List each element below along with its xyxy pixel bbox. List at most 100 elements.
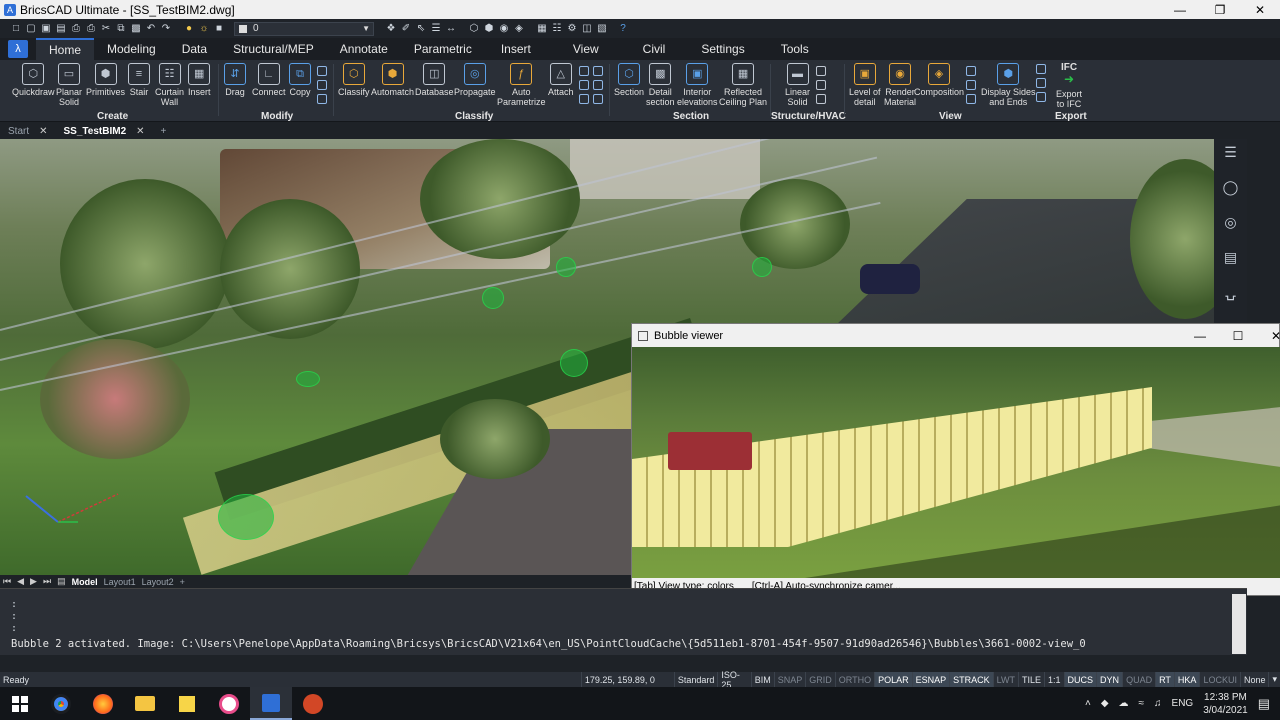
close-tab-icon[interactable]: ✕: [39, 126, 47, 137]
tab-annotate[interactable]: Annotate: [327, 38, 401, 60]
status-toggle-ducs[interactable]: DUCS: [1063, 672, 1097, 687]
save-as-icon[interactable]: ▤: [55, 23, 67, 35]
status-menu-icon[interactable]: ▾: [1268, 672, 1280, 687]
explorer-icon[interactable]: ▧: [596, 23, 608, 35]
bubble-panorama-image[interactable]: [632, 347, 1280, 580]
level-of-detail-button[interactable]: ▣ Level of detail: [849, 63, 881, 107]
minimize-icon[interactable]: —: [1160, 0, 1200, 19]
grid-c-icon[interactable]: [579, 80, 589, 90]
close-icon[interactable]: ✕: [1258, 324, 1280, 347]
tab-tools[interactable]: Tools: [763, 38, 827, 60]
status-toggle-iso25[interactable]: ISO-25: [717, 670, 750, 690]
status-toggle-polar[interactable]: POLAR: [874, 672, 912, 687]
maximize-icon[interactable]: ☐: [1220, 324, 1256, 347]
measure-icon[interactable]: ↔: [445, 23, 457, 35]
cut-icon[interactable]: ✂: [100, 23, 112, 35]
automatch-button[interactable]: ⬢ Automatch: [371, 63, 414, 97]
layers-icon[interactable]: ☰: [430, 23, 442, 35]
print-icon[interactable]: ⎙: [70, 23, 82, 35]
select-icon[interactable]: ⇖: [415, 23, 427, 35]
status-toggle-bim[interactable]: BIM: [750, 672, 774, 687]
wifi-icon[interactable]: ≈: [1139, 698, 1145, 709]
open-file-icon[interactable]: ▢: [25, 23, 37, 35]
render-material-button[interactable]: ◉ Render Material: [884, 63, 916, 107]
status-toggle-hka[interactable]: HKA: [1173, 672, 1200, 687]
stair-button[interactable]: ≡ Stair: [128, 63, 150, 97]
dropbox-icon[interactable]: ◆: [1101, 698, 1109, 709]
minimize-icon[interactable]: —: [1182, 324, 1218, 347]
new-file-icon[interactable]: □: [10, 23, 22, 35]
primitives-button[interactable]: ⬢ Primitives: [86, 63, 125, 97]
render-icon[interactable]: ◉: [498, 23, 510, 35]
rotate-icon[interactable]: [317, 80, 327, 90]
tab-view[interactable]: View: [547, 38, 625, 60]
status-selection-filter[interactable]: None: [1239, 672, 1269, 687]
layer-bulb-icon[interactable]: ●: [183, 23, 195, 35]
bulb-panel-icon[interactable]: ◯: [1222, 178, 1240, 196]
profile-c-icon[interactable]: [816, 94, 826, 104]
grid-d-icon[interactable]: [593, 80, 603, 90]
copy-button[interactable]: ⧉ Copy: [289, 63, 311, 97]
structure-icon[interactable]: ☷: [551, 23, 563, 35]
status-toggle-rt[interactable]: RT: [1155, 672, 1174, 687]
display-sides-button[interactable]: ⬢ Display Sides and Ends: [981, 63, 1036, 107]
tab-model[interactable]: Model: [72, 577, 98, 587]
last-layout-icon[interactable]: ⏭: [43, 576, 51, 587]
help-icon[interactable]: ?: [617, 23, 629, 35]
tab-insert[interactable]: Insert: [485, 38, 547, 60]
status-toggle-tile[interactable]: TILE: [1018, 672, 1044, 687]
propagate-button[interactable]: ◎ Propagate: [454, 63, 496, 97]
bubble-marker[interactable]: [752, 257, 772, 277]
grid-e-icon[interactable]: [579, 94, 589, 104]
tab-home[interactable]: Home: [36, 38, 95, 60]
bubble-viewer-window[interactable]: Bubble viewer — ☐ ✕ [Tab] View type: col…: [631, 323, 1280, 596]
next-layout-icon[interactable]: ▶: [30, 576, 37, 587]
chrome-icon[interactable]: [40, 687, 82, 720]
quickdraw-button[interactable]: ⬡ Quickdraw: [12, 63, 55, 97]
bubble-marker[interactable]: [560, 349, 588, 377]
copy-clip-icon[interactable]: ⧉: [115, 23, 127, 35]
classify-button[interactable]: ⬡ Classify: [338, 63, 370, 97]
tab-layout1[interactable]: Layout1: [104, 577, 136, 587]
status-toggle-esnap[interactable]: ESNAP: [911, 672, 950, 687]
bubble-marker[interactable]: [556, 257, 576, 277]
grid-b-icon[interactable]: [593, 66, 603, 76]
tab-data[interactable]: Data: [169, 38, 220, 60]
print-preview-icon[interactable]: ⎙: [85, 23, 97, 35]
settings-icon[interactable]: ⚙: [566, 23, 578, 35]
restore-icon[interactable]: ❐: [1200, 0, 1240, 19]
status-toggle-lockui[interactable]: LOCKUI: [1199, 672, 1240, 687]
tab-structural-mep[interactable]: Structural/MEP: [220, 38, 327, 60]
file-explorer-icon[interactable]: [124, 687, 166, 720]
first-layout-icon[interactable]: ⏮: [3, 576, 11, 587]
tab-settings[interactable]: Settings: [683, 38, 762, 60]
status-toggle-quad[interactable]: QUAD: [1122, 672, 1155, 687]
pen-icon[interactable]: ✐: [400, 23, 412, 35]
scale-icon[interactable]: [317, 94, 327, 104]
insert-button[interactable]: ▦ Insert: [188, 63, 211, 97]
attach-button[interactable]: △ Attach: [548, 63, 574, 97]
view-b-icon[interactable]: [966, 80, 976, 90]
linear-solid-button[interactable]: ▬ Linear Solid: [785, 63, 810, 107]
layer-sun-icon[interactable]: ☼: [198, 23, 210, 35]
export-a-icon[interactable]: [1036, 64, 1046, 74]
notification-icon[interactable]: ▤: [1258, 696, 1270, 712]
database-button[interactable]: ◫ Database: [415, 63, 454, 97]
profile-a-icon[interactable]: [816, 66, 826, 76]
view-cube-icon[interactable]: ⬡: [468, 23, 480, 35]
status-toggle-standard[interactable]: Standard: [673, 672, 718, 687]
bricscad-icon[interactable]: [250, 687, 292, 720]
language-indicator[interactable]: ENG: [1172, 698, 1194, 709]
tab-layout2[interactable]: Layout2: [142, 577, 174, 587]
close-icon[interactable]: ✕: [1240, 0, 1280, 19]
status-toggle-snap[interactable]: SNAP: [773, 672, 806, 687]
drag-button[interactable]: ⇵ Drag: [224, 63, 246, 97]
chevron-up-icon[interactable]: ˄: [1085, 698, 1091, 709]
status-toggle-lwt[interactable]: LWT: [992, 672, 1018, 687]
properties-icon[interactable]: ▦: [536, 23, 548, 35]
status-toggle-grid[interactable]: GRID: [805, 672, 835, 687]
application-menu-button[interactable]: λ: [8, 40, 28, 58]
tab-modeling[interactable]: Modeling: [94, 38, 169, 60]
interior-elevations-button[interactable]: ▣ Interior elevations: [677, 63, 718, 107]
powerpoint-icon[interactable]: [292, 687, 334, 720]
